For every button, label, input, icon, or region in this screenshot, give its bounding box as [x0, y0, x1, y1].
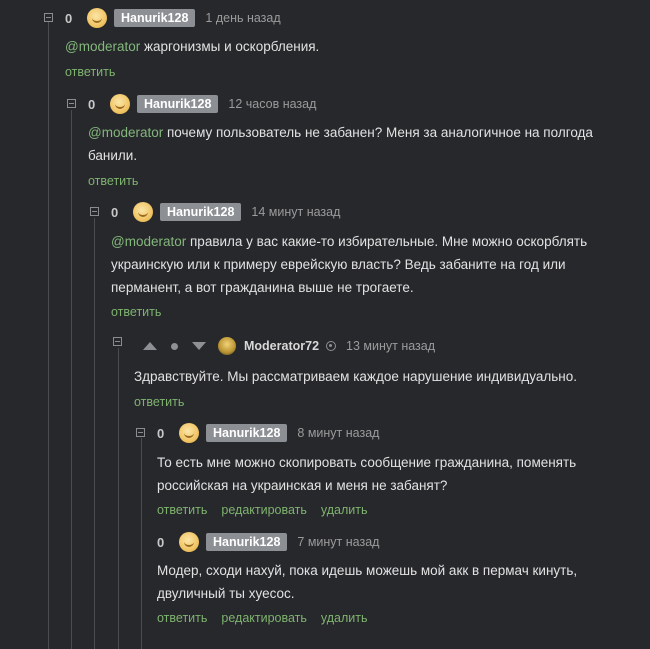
collapse-toggle-icon[interactable] [67, 99, 76, 108]
comment-text-line: украинскую или к примеру еврейскую власт… [111, 257, 566, 272]
comment-actions: ответить редактировать удалить [157, 503, 382, 517]
user-avatar-icon[interactable] [179, 423, 199, 443]
comment-body: @moderator жаргонизмы и оскорбления. [65, 35, 319, 58]
collapse-toggle-icon[interactable] [44, 13, 53, 22]
comment-rating: 0 [88, 96, 96, 112]
comment-time[interactable]: 7 минут назад [297, 535, 379, 549]
comment-text-line: жаргонизмы и оскорбления. [144, 39, 320, 54]
comment-actions: ответить [88, 174, 152, 188]
reply-button[interactable]: ответить [111, 305, 161, 319]
thread-line [141, 438, 142, 649]
comment-rating: 0 [65, 10, 73, 26]
upvote-arrow-icon[interactable] [143, 342, 157, 350]
delete-button[interactable]: удалить [321, 503, 368, 517]
comment-actions: ответить [134, 395, 198, 409]
mention-link[interactable]: @moderator [88, 125, 163, 140]
collapse-toggle-icon[interactable] [113, 337, 122, 346]
thread-line [48, 22, 49, 649]
user-avatar-icon[interactable] [133, 202, 153, 222]
comment-time[interactable]: 13 минут назад [346, 339, 435, 353]
comment-header: 0 Hanurik128 12 часов назад [88, 93, 316, 115]
reply-button[interactable]: ответить [88, 174, 138, 188]
user-avatar-icon[interactable] [110, 94, 130, 114]
moderator-badge-icon [326, 341, 337, 351]
edit-button[interactable]: редактировать [221, 611, 307, 625]
thread-line [118, 348, 119, 649]
comment-body: @moderator почему пользователь не забане… [88, 121, 593, 167]
comment-body: @moderator правила у вас какие-то избира… [111, 230, 587, 299]
username-badge[interactable]: Hanurik128 [206, 424, 288, 442]
comment-header: 0 Hanurik128 7 минут назад [157, 531, 379, 553]
reply-button[interactable]: ответить [157, 611, 207, 625]
username-badge[interactable]: Hanurik128 [160, 203, 242, 221]
rating-dot-icon [171, 342, 178, 350]
comment-header: Moderator72 13 минут назад [143, 335, 435, 357]
reply-button[interactable]: ответить [157, 503, 207, 517]
comment-actions: ответить [111, 305, 175, 319]
reply-button[interactable]: ответить [65, 65, 115, 79]
comment-body: То есть мне можно скопировать сообщение … [157, 451, 576, 497]
comment-text-line: Модер, сходи нахуй, пока идешь можешь мо… [157, 563, 578, 578]
collapse-toggle-icon[interactable] [136, 428, 145, 437]
comment-text-line: Здравствуйте. Мы рассматриваем каждое на… [134, 369, 578, 384]
username-badge[interactable]: Hanurik128 [206, 533, 288, 551]
vote-controls [143, 342, 206, 350]
comment-body: Здравствуйте. Мы рассматриваем каждое на… [134, 365, 577, 388]
comment-rating: 0 [111, 204, 119, 220]
comment-header: 0 Hanurik128 14 минут назад [111, 201, 340, 223]
comment-text-line: перманент, а вот гражданина выше не трог… [111, 280, 414, 295]
username-badge[interactable]: Hanurik128 [114, 9, 196, 27]
user-avatar-icon[interactable] [179, 532, 199, 552]
edit-button[interactable]: редактировать [221, 503, 307, 517]
thread-line [71, 110, 72, 649]
mention-link[interactable]: @moderator [65, 39, 140, 54]
moderator-username[interactable]: Moderator72 [244, 339, 319, 353]
comment-actions: ответить [65, 65, 129, 79]
comment-header: 0 Hanurik128 1 день назад [65, 7, 281, 29]
comment-text-line: двуличный ты хуесос. [157, 586, 295, 601]
moderator-avatar-icon[interactable] [218, 337, 236, 355]
comment-header: 0 Hanurik128 8 минут назад [157, 422, 379, 444]
mention-link[interactable]: @moderator [111, 234, 186, 249]
comment-text-line: правила у вас какие-то избирательные. Мн… [190, 234, 588, 249]
comment-time[interactable]: 14 минут назад [251, 205, 340, 219]
comment-text-line: То есть мне можно скопировать сообщение … [157, 455, 577, 470]
comment-time[interactable]: 12 часов назад [228, 97, 316, 111]
user-avatar-icon[interactable] [87, 8, 107, 28]
comment-rating: 0 [157, 425, 165, 441]
comment-time[interactable]: 1 день назад [205, 11, 280, 25]
username-badge[interactable]: Hanurik128 [137, 95, 219, 113]
delete-button[interactable]: удалить [321, 611, 368, 625]
comment-text-line: банили. [88, 148, 138, 163]
comment-body: Модер, сходи нахуй, пока идешь можешь мо… [157, 559, 577, 605]
comment-actions: ответить редактировать удалить [157, 611, 382, 625]
downvote-arrow-icon[interactable] [192, 342, 206, 350]
reply-button[interactable]: ответить [134, 395, 184, 409]
comment-text-line: почему пользователь не забанен? Меня за … [167, 125, 593, 140]
comment-time[interactable]: 8 минут назад [297, 426, 379, 440]
thread-line [94, 218, 95, 649]
comment-text-line: российская на украинская и меня не забан… [157, 478, 448, 493]
collapse-toggle-icon[interactable] [90, 207, 99, 216]
comment-rating: 0 [157, 534, 165, 550]
